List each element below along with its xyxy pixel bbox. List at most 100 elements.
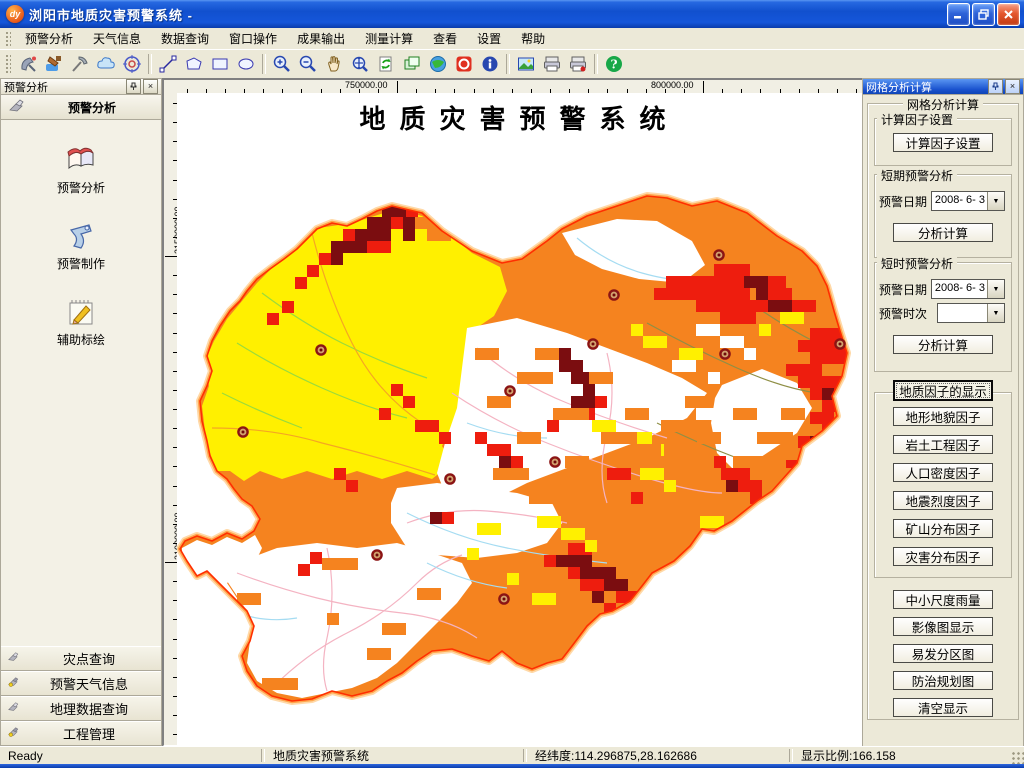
- polygon-tool-icon[interactable]: [182, 53, 206, 75]
- map-canvas[interactable]: 地质灾害预警系统: [177, 93, 862, 745]
- station-marker[interactable]: [719, 348, 731, 360]
- section-header[interactable]: 预警分析: [1, 95, 161, 120]
- menu-item-5[interactable]: 测量计算: [355, 28, 423, 49]
- menu-grip[interactable]: [4, 30, 11, 47]
- nowcast-date-value: 2008- 6- 3: [934, 282, 985, 294]
- nowcast-time-value: [938, 304, 987, 322]
- station-marker[interactable]: [834, 338, 846, 350]
- layers-icon[interactable]: [400, 53, 424, 75]
- station-marker[interactable]: [549, 456, 561, 468]
- sidebar-item-1[interactable]: 预警制作: [57, 218, 105, 272]
- restore-button[interactable]: [972, 2, 995, 26]
- image-icon[interactable]: [514, 53, 538, 75]
- radar-icon[interactable]: [16, 53, 40, 75]
- nowcast-date-combo[interactable]: 2008- 6- 3 ▼: [930, 279, 1005, 299]
- refresh-icon[interactable]: [374, 53, 398, 75]
- print-report-icon[interactable]: [566, 53, 590, 75]
- toolbar-grip[interactable]: [4, 52, 11, 75]
- geo-factor-display-button[interactable]: 地质因子的显示: [893, 380, 993, 401]
- station-marker[interactable]: [315, 344, 327, 356]
- line-tool-icon[interactable]: [156, 53, 180, 75]
- menu-item-6[interactable]: 查看: [423, 28, 467, 49]
- left-panel-title: 预警分析: [4, 81, 48, 94]
- menu-item-0[interactable]: 预警分析: [15, 28, 83, 49]
- nowcast-analyze-button[interactable]: 分析计算: [893, 335, 993, 354]
- ellipse-tool-icon[interactable]: [234, 53, 258, 75]
- close-panel-icon[interactable]: ×: [1005, 79, 1020, 94]
- menu-item-3[interactable]: 窗口操作: [219, 28, 287, 49]
- resize-grip[interactable]: [1011, 751, 1024, 764]
- help-icon[interactable]: ?: [602, 53, 626, 75]
- bottom-bar-2[interactable]: 地理数据查询: [1, 696, 161, 721]
- bottom-bar-label: 工程管理: [62, 727, 115, 742]
- bottom-bar-3[interactable]: 工程管理: [1, 721, 161, 746]
- hazard-map[interactable]: [177, 93, 860, 745]
- chevron-down-icon[interactable]: ▼: [987, 304, 1004, 322]
- factor-button-2[interactable]: 人口密度因子: [893, 463, 993, 482]
- section-header-label: 预警分析: [67, 100, 116, 115]
- rect-tool-icon[interactable]: [208, 53, 232, 75]
- zoom-out-icon[interactable]: [296, 53, 320, 75]
- factor-button-1[interactable]: 岩土工程因子: [893, 435, 993, 454]
- station-marker[interactable]: [587, 338, 599, 350]
- globe-icon[interactable]: [426, 53, 450, 75]
- svg-text:?: ?: [610, 57, 617, 71]
- extra-button-1[interactable]: 影像图显示: [893, 617, 993, 636]
- menu-item-8[interactable]: 帮助: [511, 28, 555, 49]
- pick-icon[interactable]: [68, 53, 92, 75]
- menu-item-2[interactable]: 数据查询: [151, 28, 219, 49]
- zoom-in-icon[interactable]: [270, 53, 294, 75]
- close-panel-icon[interactable]: ×: [143, 79, 158, 94]
- station-marker[interactable]: [504, 385, 516, 397]
- station-marker[interactable]: [237, 426, 249, 438]
- chevron-down-icon[interactable]: ▼: [987, 280, 1004, 298]
- short-term-analyze-button[interactable]: 分析计算: [893, 223, 993, 242]
- short-term-legend: 短期预警分析: [877, 167, 958, 184]
- minimize-button[interactable]: [947, 2, 970, 26]
- station-marker[interactable]: [371, 549, 383, 561]
- menu-item-4[interactable]: 成果输出: [287, 28, 355, 49]
- window-bottom-frame: [0, 764, 1024, 768]
- info-icon[interactable]: [478, 53, 502, 75]
- station-marker[interactable]: [444, 473, 456, 485]
- target-icon[interactable]: [120, 53, 144, 75]
- pin-icon[interactable]: [126, 79, 141, 94]
- grid-analysis-panel: 网格分析计算 × 网格分析计算 计算因子设置 计算因子设置 短期预警分析 预警日…: [862, 78, 1024, 747]
- zoom-extent-icon[interactable]: [348, 53, 372, 75]
- close-button[interactable]: [997, 2, 1020, 26]
- factor-settings-button[interactable]: 计算因子设置: [893, 133, 993, 152]
- short-term-date-combo[interactable]: 2008- 6- 3 ▼: [930, 191, 1005, 211]
- print-icon[interactable]: [540, 53, 564, 75]
- nowcast-frame: 短时预警分析 预警日期 2008- 6- 3 ▼ 预警时次 ▼ 分析计算: [874, 255, 1012, 372]
- ruler-corner: [164, 80, 178, 94]
- left-panel-titlebar: 预警分析 ×: [1, 79, 161, 95]
- factor-button-3[interactable]: 地震烈度因子: [893, 491, 993, 510]
- menu-item-1[interactable]: 天气信息: [83, 28, 151, 49]
- bottom-bar-0[interactable]: 灾点查询: [1, 646, 161, 671]
- short-term-date-value: 2008- 6- 3: [934, 194, 985, 206]
- hammer-icon[interactable]: [42, 53, 66, 75]
- toolbar: ?: [0, 49, 1024, 77]
- station-marker[interactable]: [608, 289, 620, 301]
- factor-settings-frame: 计算因子设置 计算因子设置: [874, 111, 1012, 166]
- record-icon[interactable]: [452, 53, 476, 75]
- pin-icon[interactable]: [988, 79, 1003, 94]
- menu-item-7[interactable]: 设置: [467, 28, 511, 49]
- factor-button-0[interactable]: 地形地貌因子: [893, 407, 993, 426]
- extra-button-3[interactable]: 防治规划图: [893, 671, 993, 690]
- sidebar-item-0[interactable]: 预警分析: [57, 142, 105, 196]
- factor-button-5[interactable]: 灾害分布因子: [893, 547, 993, 566]
- factor-button-4[interactable]: 矿山分布因子: [893, 519, 993, 538]
- bottom-bar-1[interactable]: 预警天气信息: [1, 671, 161, 696]
- cloud-icon[interactable]: [94, 53, 118, 75]
- chevron-down-icon[interactable]: ▼: [987, 192, 1004, 210]
- station-marker[interactable]: [498, 593, 510, 605]
- extra-button-2[interactable]: 易发分区图: [893, 644, 993, 663]
- nowcast-time-combo[interactable]: ▼: [937, 303, 1005, 323]
- extra-button-4[interactable]: 清空显示: [893, 698, 993, 717]
- pan-icon[interactable]: [322, 53, 346, 75]
- station-marker[interactable]: [713, 249, 725, 261]
- warning-analysis-panel: 预警分析 × 预警分析 预警分析预警制作辅助标绘 灾点查询 预警天气信息 地理数据查…: [0, 78, 162, 747]
- sidebar-item-2[interactable]: 辅助标绘: [57, 294, 105, 348]
- extra-button-0[interactable]: 中小尺度雨量: [893, 590, 993, 609]
